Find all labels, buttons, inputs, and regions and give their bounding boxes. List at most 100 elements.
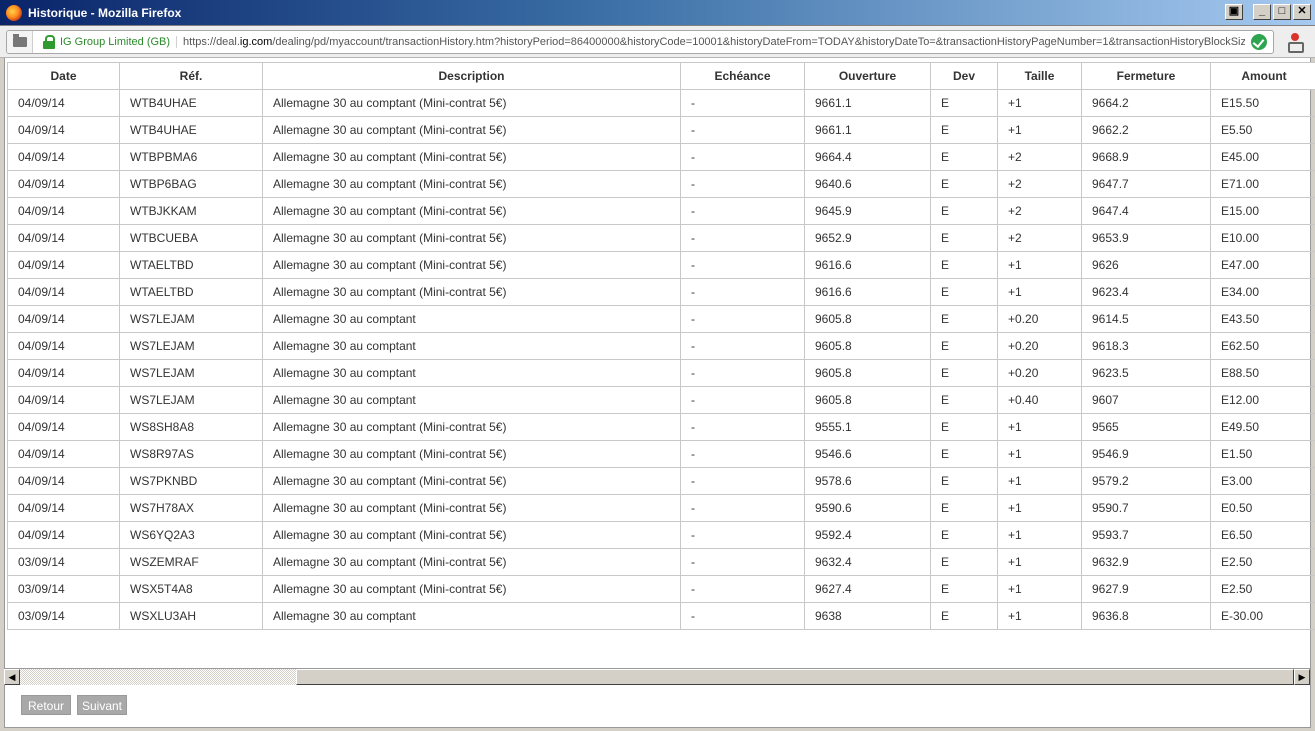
cell-taille: +1: [997, 521, 1082, 549]
cell-dev: E: [930, 575, 998, 603]
restore-tab-icon[interactable]: ▣: [1225, 4, 1243, 20]
horizontal-scrollbar[interactable]: ◀ ▶: [4, 668, 1310, 685]
cell-amount: E45.00: [1210, 143, 1315, 171]
scrollbar-thumb[interactable]: [296, 669, 1294, 685]
cell-dev: E: [930, 116, 998, 144]
cell-ref: WS7LEJAM: [119, 332, 263, 360]
cell-fermeture: 9647.4: [1081, 197, 1211, 225]
cell-ref: WTAELTBD: [119, 251, 263, 279]
cell-ouverture: 9605.8: [804, 332, 931, 360]
table-row: 03/09/14 WSZEMRAF Allemagne 30 au comptant…: [7, 548, 1315, 576]
cell-fermeture: 9593.7: [1081, 521, 1211, 549]
cell-date: 03/09/14: [7, 602, 120, 630]
cell-date: 04/09/14: [7, 521, 120, 549]
navigation-bar: IG Group Limited (GB) https://deal.ig.co…: [0, 26, 1315, 58]
cell-taille: +1: [997, 251, 1082, 279]
table-row: 04/09/14 WS7LEJAM Allemagne 30 au comptant…: [7, 386, 1315, 414]
column-header-echeance[interactable]: Echéance: [680, 62, 805, 90]
cell-amount: E15.50: [1210, 89, 1315, 117]
column-header-dev[interactable]: Dev: [930, 62, 998, 90]
column-header-taille[interactable]: Taille: [997, 62, 1082, 90]
cell-fermeture: 9614.5: [1081, 305, 1211, 333]
cell-ref: WS7H78AX: [119, 494, 263, 522]
scroll-left-arrow-icon[interactable]: ◀: [4, 669, 20, 685]
cell-description: Allemagne 30 au comptant (Mini-contrat 5…: [262, 413, 681, 441]
cell-ouverture: 9645.9: [804, 197, 931, 225]
table-row: 04/09/14 WS7LEJAM Allemagne 30 au comptant…: [7, 332, 1315, 360]
url-text[interactable]: https://deal.ig.com/dealing/pd/myaccount…: [183, 36, 1245, 48]
addon-icon[interactable]: [1287, 33, 1304, 53]
table-row: 04/09/14 WTBP6BAG Allemagne 30 au comptant…: [7, 170, 1315, 198]
cell-amount: E88.50: [1210, 359, 1315, 387]
cell-ref: WS8SH8A8: [119, 413, 263, 441]
cell-echeance: -: [680, 548, 805, 576]
cell-ouverture: 9578.6: [804, 467, 931, 495]
site-identity[interactable]: IG Group Limited (GB): [60, 36, 178, 48]
cell-echeance: -: [680, 116, 805, 144]
table-row: 04/09/14 WTBJKKAM Allemagne 30 au comptant…: [7, 197, 1315, 225]
table-row: 04/09/14 WTB4UHAE Allemagne 30 au comptant…: [7, 116, 1315, 144]
cell-dev: E: [930, 494, 998, 522]
close-button[interactable]: ✕: [1293, 4, 1311, 20]
cell-date: 04/09/14: [7, 143, 120, 171]
cell-date: 03/09/14: [7, 548, 120, 576]
maximize-button[interactable]: □: [1273, 4, 1291, 20]
cell-taille: +0.40: [997, 386, 1082, 414]
cell-amount: E34.00: [1210, 278, 1315, 306]
table-row: 04/09/14 WTAELTBD Allemagne 30 au comptant…: [7, 251, 1315, 279]
cell-echeance: -: [680, 494, 805, 522]
cell-dev: E: [930, 251, 998, 279]
cell-taille: +0.20: [997, 305, 1082, 333]
table-row: 04/09/14 WS7LEJAM Allemagne 30 au comptant…: [7, 359, 1315, 387]
cell-ref: WTBCUEBA: [119, 224, 263, 252]
cell-description: Allemagne 30 au comptant (Mini-contrat 5…: [262, 521, 681, 549]
cell-fermeture: 9607: [1081, 386, 1211, 414]
cell-dev: E: [930, 332, 998, 360]
cell-amount: E71.00: [1210, 170, 1315, 198]
cell-fermeture: 9647.7: [1081, 170, 1211, 198]
cell-description: Allemagne 30 au comptant (Mini-contrat 5…: [262, 467, 681, 495]
next-page-button[interactable]: Suivant: [77, 695, 127, 715]
cell-echeance: -: [680, 602, 805, 630]
cell-description: Allemagne 30 au comptant (Mini-contrat 5…: [262, 143, 681, 171]
cell-dev: E: [930, 224, 998, 252]
column-header-fermeture[interactable]: Fermeture: [1081, 62, 1211, 90]
cell-date: 04/09/14: [7, 386, 120, 414]
scrollbar-track[interactable]: [20, 669, 1294, 685]
column-header-date[interactable]: Date: [7, 62, 120, 90]
cell-description: Allemagne 30 au comptant (Mini-contrat 5…: [262, 251, 681, 279]
cell-date: 04/09/14: [7, 170, 120, 198]
cell-ouverture: 9638: [804, 602, 931, 630]
column-header-ref[interactable]: Réf.: [119, 62, 263, 90]
previous-page-button[interactable]: Retour: [21, 695, 71, 715]
column-header-amount[interactable]: Amount: [1210, 62, 1315, 90]
cell-fermeture: 9636.8: [1081, 602, 1211, 630]
page-info-button[interactable]: [7, 31, 33, 53]
cell-ref: WS7LEJAM: [119, 305, 263, 333]
minimize-button[interactable]: _: [1253, 4, 1271, 20]
cell-ouverture: 9661.1: [804, 89, 931, 117]
cell-echeance: -: [680, 89, 805, 117]
cell-taille: +1: [997, 602, 1082, 630]
cell-amount: E6.50: [1210, 521, 1315, 549]
cell-dev: E: [930, 278, 998, 306]
check-icon[interactable]: [1251, 34, 1267, 50]
cell-dev: E: [930, 413, 998, 441]
cell-fermeture: 9565: [1081, 413, 1211, 441]
cell-fermeture: 9653.9: [1081, 224, 1211, 252]
url-bar[interactable]: IG Group Limited (GB) https://deal.ig.co…: [6, 30, 1274, 54]
cell-dev: E: [930, 440, 998, 468]
pagination-area: Retour Suivant: [4, 685, 1311, 728]
cell-taille: +1: [997, 575, 1082, 603]
cell-amount: E0.50: [1210, 494, 1315, 522]
cell-echeance: -: [680, 521, 805, 549]
column-header-ouverture[interactable]: Ouverture: [804, 62, 931, 90]
column-header-description[interactable]: Description: [262, 62, 681, 90]
url-prefix: https://deal.: [183, 36, 240, 48]
cell-ref: WS7LEJAM: [119, 359, 263, 387]
cell-amount: E15.00: [1210, 197, 1315, 225]
cell-echeance: -: [680, 278, 805, 306]
scroll-right-arrow-icon[interactable]: ▶: [1294, 669, 1310, 685]
cell-echeance: -: [680, 305, 805, 333]
cell-description: Allemagne 30 au comptant (Mini-contrat 5…: [262, 278, 681, 306]
